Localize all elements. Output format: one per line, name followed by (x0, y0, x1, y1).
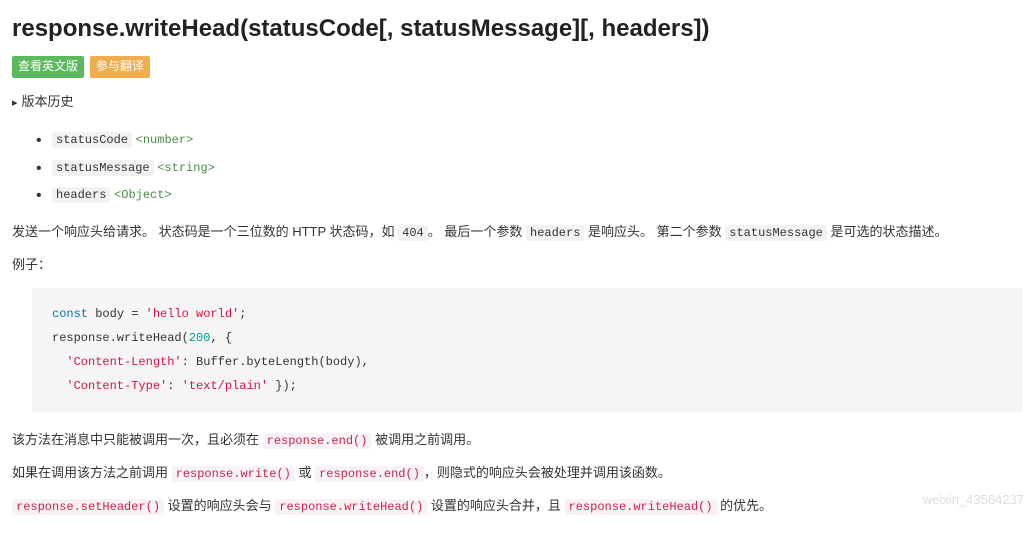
text: 被调用之前调用。 (371, 432, 479, 447)
inline-code: response.write() (172, 466, 295, 482)
param-name: statusMessage (52, 160, 154, 176)
paragraph: response.setHeader() 设置的响应头会与 response.w… (12, 496, 1022, 517)
inline-code: response.end() (315, 466, 424, 482)
text: : (167, 379, 181, 393)
string: 'Content-Length' (66, 355, 181, 369)
inline-code: response.writeHead() (565, 499, 717, 515)
text: 。 最后一个参数 (428, 224, 526, 239)
text: 是可选的状态描述。 (827, 224, 948, 239)
text: ，则隐式的响应头会被处理并调用该函数。 (424, 465, 671, 480)
example-label: 例子： (12, 255, 1022, 276)
list-item: statusCode <number> (36, 126, 1022, 153)
string: 'Content-Type' (66, 379, 167, 393)
code-block: const body = 'hello world'; response.wri… (32, 288, 1022, 412)
text: , { (210, 331, 232, 345)
translate-badge[interactable]: 参与翻译 (90, 56, 150, 77)
param-type: <number> (136, 133, 194, 147)
paragraph: 该方法在消息中只能被调用一次，且必须在 response.end() 被调用之前… (12, 430, 1022, 451)
list-item: headers <Object> (36, 181, 1022, 208)
text: ; (239, 307, 246, 321)
keyword: const (52, 307, 88, 321)
code-line: 'Content-Type': 'text/plain' }); (52, 374, 1002, 398)
param-type: <string> (157, 161, 215, 175)
version-history-toggle[interactable]: 版本历史 (12, 92, 1022, 113)
description-paragraph: 发送一个响应头给请求。 状态码是一个三位数的 HTTP 状态码，如 404。 最… (12, 222, 1022, 243)
param-name: headers (52, 187, 110, 203)
string: 'text/plain' (182, 379, 268, 393)
inline-code: response.end() (263, 433, 372, 449)
inline-code: response.setHeader() (12, 499, 164, 515)
param-type: <Object> (114, 188, 172, 202)
param-name: statusCode (52, 132, 132, 148)
text: body = (88, 307, 146, 321)
param-list: statusCode <number> statusMessage <strin… (12, 126, 1022, 208)
text: 设置的响应头合并，且 (427, 498, 564, 513)
code-line: response.writeHead(200, { (52, 326, 1002, 350)
page-title: response.writeHead(statusCode[, statusMe… (12, 10, 1022, 48)
code-line: 'Content-Length': Buffer.byteLength(body… (52, 350, 1002, 374)
text: }); (268, 379, 297, 393)
string: 'hello world' (146, 307, 240, 321)
list-item: statusMessage <string> (36, 154, 1022, 181)
text: 发送一个响应头给请求。 状态码是一个三位数的 HTTP 状态码，如 (12, 224, 398, 239)
text: 的优先。 (717, 498, 773, 513)
inline-code: statusMessage (725, 225, 827, 241)
text: : Buffer.byteLength(body), (182, 355, 369, 369)
inline-code: headers (526, 225, 584, 241)
inline-code: 404 (398, 225, 428, 241)
paragraph: 如果在调用该方法之前调用 response.write() 或 response… (12, 463, 1022, 484)
text: 该方法在消息中只能被调用一次，且必须在 (12, 432, 263, 447)
text: 如果在调用该方法之前调用 (12, 465, 172, 480)
inline-code: response.writeHead() (275, 499, 427, 515)
text: response.writeHead( (52, 331, 189, 345)
text: 或 (295, 465, 315, 480)
code-line: const body = 'hello world'; (52, 302, 1002, 326)
text: 设置的响应头会与 (164, 498, 275, 513)
text: 是响应头。 第二个参数 (584, 224, 725, 239)
view-english-badge[interactable]: 查看英文版 (12, 56, 84, 77)
badge-row: 查看英文版 参与翻译 (12, 54, 1022, 77)
number: 200 (189, 331, 211, 345)
